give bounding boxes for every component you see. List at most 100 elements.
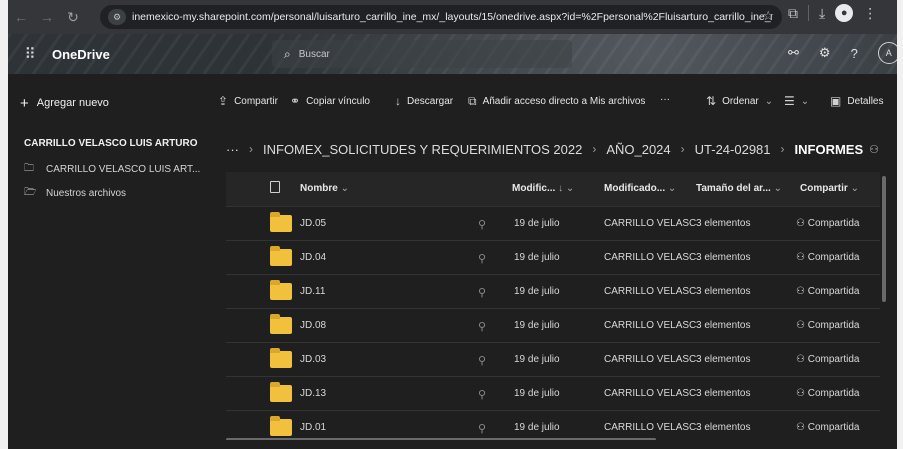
download-icon[interactable]: ⤓ — [819, 5, 825, 22]
site-info-icon[interactable]: ⚙ — [108, 9, 126, 25]
bookmark-star-icon[interactable]: ☆ — [762, 8, 774, 24]
breadcrumb-current: INFORMES — [794, 141, 864, 157]
search-icon: ⌕ — [284, 46, 291, 61]
share-hub-icon[interactable]: ⚯ — [788, 45, 799, 61]
plus-icon: + — [20, 94, 29, 112]
pin-icon[interactable]: ⚲ — [478, 252, 486, 265]
folder-icon — [270, 416, 292, 436]
sharing-status[interactable]: ⚇ Compartida — [796, 422, 859, 433]
search-box[interactable]: ⌕ — [272, 40, 572, 68]
shared-people-icon: ⚇ — [796, 388, 808, 399]
address-bar[interactable]: ⚙ inemexico-my.sharepoint.com/personal/l… — [100, 5, 782, 29]
share-button[interactable]: ⇪ Compartir — [218, 94, 278, 108]
url-text[interactable]: inemexico-my.sharepoint.com/personal/lui… — [132, 11, 772, 23]
sharing-status[interactable]: ⚇ Compartida — [796, 388, 859, 399]
reload-icon[interactable]: ↻ — [60, 4, 86, 30]
modified-date: 19 de julio — [514, 286, 560, 297]
table-row[interactable]: JD.11 ⚲ 19 de julio CARRILLO VELASC(3 eleme… — [226, 274, 880, 308]
add-new-button[interactable]: + Agregar nuevo — [20, 94, 109, 112]
back-icon[interactable]: ← — [8, 4, 34, 30]
file-name[interactable]: JD.03 — [300, 354, 326, 365]
nav-item-shared-files[interactable]: 🗁 Nuestros archivos — [24, 184, 126, 202]
pin-icon[interactable]: ⚲ — [478, 422, 486, 435]
file-name[interactable]: JD.05 — [300, 218, 326, 229]
breadcrumb-item[interactable]: AÑO_2024 — [606, 142, 670, 157]
table-row[interactable]: JD.13 ⚲ 19 de julio CARRILLO VELASC(3 eleme… — [226, 376, 880, 410]
sharing-status[interactable]: ⚇ Compartida — [796, 320, 859, 331]
folder-icon — [270, 348, 292, 368]
table-row[interactable]: JD.05 ⚲ 19 de julio CARRILLO VELASC(3 eleme… — [226, 206, 880, 240]
table-row[interactable]: JD.03 ⚲ 19 de julio CARRILLO VELASC(3 eleme… — [226, 342, 880, 376]
details-button[interactable]: ▣ Detalles — [830, 94, 883, 108]
column-header-modified[interactable]: Modific... ↓ ⌄ — [512, 183, 574, 194]
add-shortcut-label: Añadir acceso directo a Mis archivos — [482, 96, 646, 107]
settings-gear-icon[interactable]: ⚙ — [819, 45, 831, 61]
download-icon: ↓ — [395, 94, 401, 108]
shared-people-icon: ⚇ — [796, 320, 808, 331]
shared-people-icon: ⚇ — [869, 143, 880, 156]
modified-date: 19 de julio — [514, 388, 560, 399]
copy-link-label: Copiar vínculo — [306, 95, 370, 107]
shared-people-icon: ⚇ — [796, 252, 808, 263]
library-owner-heading[interactable]: CARRILLO VELASCO LUIS ARTURO — [24, 138, 198, 149]
modified-date: 19 de julio — [514, 218, 560, 229]
nav-item-owner-folder[interactable]: 🗀 CARRILLO VELASCO LUIS ART... — [24, 160, 200, 178]
breadcrumb-item[interactable]: INFOMEX_SOLICITUDES Y REQUERIMIENTOS 202… — [263, 142, 582, 157]
horizontal-scrollbar[interactable] — [226, 438, 656, 440]
more-commands-button[interactable]: ··· — [660, 94, 670, 105]
modified-by: CARRILLO VELASC( — [604, 252, 696, 263]
pin-icon[interactable]: ⚲ — [478, 286, 486, 299]
breadcrumb-item[interactable]: UT-24-02981 — [695, 142, 771, 157]
folder-icon — [270, 314, 292, 334]
view-options-button[interactable]: ☰ ⌄ — [784, 94, 809, 108]
add-shortcut-button[interactable]: ⧉ Añadir acceso directo a Mis archivos — [468, 94, 645, 109]
pin-icon[interactable]: ⚲ — [478, 354, 486, 367]
chevron-down-icon: ⌄ — [764, 95, 774, 107]
browser-menu-icon[interactable]: ⋮ — [863, 5, 877, 22]
profile-avatar[interactable]: ● — [835, 4, 854, 22]
download-button[interactable]: ↓ Descargar — [395, 94, 453, 108]
modified-date: 19 de julio — [514, 422, 560, 433]
column-header-size[interactable]: Tamaño del ar... ⌄ — [696, 183, 782, 194]
table-row[interactable]: JD.08 ⚲ 19 de julio CARRILLO VELASC(3 eleme… — [226, 308, 880, 342]
column-header-sharing[interactable]: Compartir ⌄ — [800, 183, 859, 194]
help-icon[interactable]: ? — [851, 46, 858, 61]
app-launcher-icon[interactable]: ⠿ — [8, 34, 52, 74]
sharing-status[interactable]: ⚇ Compartida — [796, 286, 859, 297]
list-header: Nombre ⌄ Modific... ↓ ⌄ Modificado... ⌄ … — [226, 172, 880, 206]
file-name[interactable]: JD.13 — [300, 388, 326, 399]
details-pane-icon: ▣ — [830, 94, 842, 108]
search-input[interactable] — [298, 48, 539, 60]
column-header-name[interactable]: Nombre ⌄ — [300, 183, 349, 194]
sharing-status[interactable]: ⚇ Compartida — [796, 218, 859, 229]
file-name[interactable]: JD.08 — [300, 320, 326, 331]
copy-link-button[interactable]: ⚭ Copiar vínculo — [290, 94, 370, 108]
column-header-modified-by[interactable]: Modificado... ⌄ — [604, 183, 676, 194]
modified-date: 19 de julio — [514, 252, 560, 263]
modified-by: CARRILLO VELASC( — [604, 286, 696, 297]
file-type-header-icon[interactable] — [270, 181, 280, 196]
chevron-right-icon: › — [680, 142, 685, 156]
vertical-scrollbar[interactable] — [882, 176, 886, 302]
sharing-status[interactable]: ⚇ Compartida — [796, 252, 859, 263]
sharing-status[interactable]: ⚇ Compartida — [796, 354, 859, 365]
sort-button[interactable]: ⇅ Ordenar ⌄ — [706, 94, 773, 108]
file-name[interactable]: JD.01 — [300, 422, 326, 433]
extensions-icon[interactable]: ⧉ — [788, 5, 798, 22]
table-row[interactable]: JD.04 ⚲ 19 de julio CARRILLO VELASC(3 eleme… — [226, 240, 880, 274]
forward-icon[interactable]: → — [34, 4, 60, 30]
table-row[interactable]: JD.01 ⚲ 19 de julio CARRILLO VELASC(3 eleme… — [226, 410, 880, 440]
account-avatar[interactable]: A — [877, 42, 897, 64]
file-name[interactable]: JD.04 — [300, 252, 326, 263]
pin-icon[interactable]: ⚲ — [478, 218, 486, 231]
browser-toolbar: ← → ↻ ⚙ inemexico-my.sharepoint.com/pers… — [8, 0, 897, 34]
modified-by: CARRILLO VELASC( — [604, 354, 696, 365]
share-icon: ⇪ — [218, 94, 229, 108]
file-size: 3 elementos — [696, 422, 751, 433]
pin-icon[interactable]: ⚲ — [478, 320, 486, 333]
pin-icon[interactable]: ⚲ — [478, 388, 486, 401]
file-name[interactable]: JD.11 — [300, 286, 325, 297]
breadcrumb-overflow[interactable]: ··· — [226, 142, 239, 157]
shortcut-icon: ⧉ — [468, 94, 477, 108]
app-name[interactable]: OneDrive — [52, 47, 110, 62]
